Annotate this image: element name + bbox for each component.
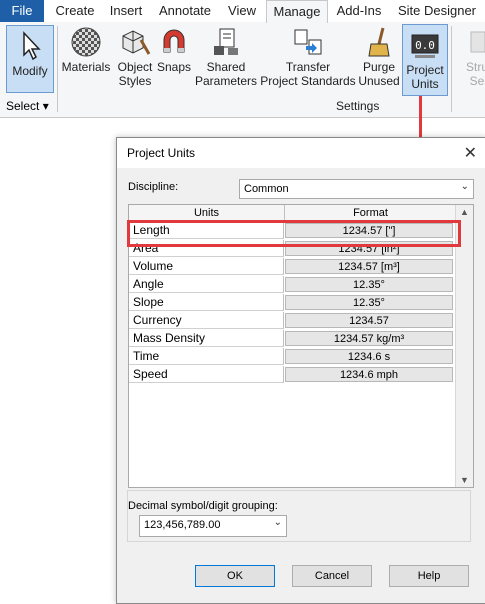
scroll-up-icon[interactable]: ▲	[460, 207, 469, 217]
project-units-dialog: Project Units ✕ Discipline: Common ⌄ Uni…	[116, 137, 485, 604]
project-units-icon: 0.0	[409, 29, 441, 61]
cancel-button[interactable]: Cancel	[292, 565, 372, 587]
structural-settings-icon	[467, 26, 485, 58]
chevron-down-icon: ⌄	[273, 517, 282, 528]
materials-label: Materials	[61, 60, 111, 74]
broom-icon	[363, 26, 395, 58]
format-button-angle[interactable]: 12.35°	[285, 277, 453, 292]
tab-add-ins[interactable]: Add-Ins	[330, 0, 388, 22]
tab-annotate[interactable]: Annotate	[152, 0, 218, 22]
discipline-dropdown[interactable]: Common ⌄	[239, 179, 474, 199]
magnet-icon	[158, 26, 190, 58]
shared-parameters-button[interactable]: Shared Parameters	[194, 22, 258, 88]
purge-unused-button[interactable]: Purge Unused	[358, 22, 400, 88]
format-button-volume[interactable]: 1234.57 [m³]	[285, 259, 453, 274]
help-button[interactable]: Help	[389, 565, 469, 587]
panel-separator	[57, 26, 58, 112]
table-scrollbar[interactable]: ▲ ▼	[455, 205, 473, 487]
cursor-arrow-icon	[14, 30, 46, 62]
decimal-symbol-dropdown[interactable]: 123,456,789.00 ⌄	[139, 515, 287, 537]
table-row-label-currency[interactable]: Currency	[129, 312, 284, 329]
purge-label-line2: Unused	[358, 74, 400, 88]
snaps-label: Snaps	[156, 60, 192, 74]
format-button-slope[interactable]: 12.35°	[285, 295, 453, 310]
object-styles-label-line2: Styles	[118, 74, 152, 88]
object-styles-icon	[119, 26, 151, 58]
project-units-label-line2: Units	[411, 77, 439, 91]
structural-label-line2: Se	[469, 74, 485, 88]
object-styles-label-line1: Object	[117, 60, 153, 74]
modify-button[interactable]: Modify	[6, 25, 54, 93]
format-button-length[interactable]: 1234.57 ["]	[285, 223, 453, 238]
table-row-label-slope[interactable]: Slope	[129, 294, 284, 311]
transfer-label-line1: Transfer	[285, 60, 331, 74]
scroll-down-icon[interactable]: ▼	[460, 475, 469, 485]
shared-parameters-icon	[210, 26, 242, 58]
units-table: Units Format Length 1234.57 ["] Area 123…	[128, 204, 474, 488]
structural-label-line1: Stru	[465, 60, 485, 74]
chevron-down-icon: ⌄	[460, 181, 469, 192]
transfer-standards-icon	[292, 26, 324, 58]
decimal-symbol-value: 123,456,789.00	[144, 519, 221, 531]
ok-button[interactable]: OK	[195, 565, 275, 587]
tab-site-designer[interactable]: Site Designer	[392, 0, 482, 22]
table-row-label-volume[interactable]: Volume	[129, 258, 284, 275]
transfer-label-line2: Project Standards	[260, 74, 356, 88]
purge-label-line1: Purge	[362, 60, 396, 74]
structural-settings-button[interactable]: Stru Se	[462, 22, 485, 88]
dialog-title: Project Units	[127, 146, 196, 160]
close-icon[interactable]: ✕	[464, 143, 477, 163]
panel-separator	[451, 26, 452, 112]
column-header-units[interactable]: Units	[129, 205, 285, 222]
discipline-label: Discipline:	[128, 181, 179, 193]
object-styles-button[interactable]: Object Styles	[114, 22, 156, 88]
settings-panel-label: Settings	[336, 99, 380, 113]
table-row-label-angle[interactable]: Angle	[129, 276, 284, 293]
shared-parameters-label-line1: Shared	[206, 60, 246, 74]
table-row-label-time[interactable]: Time	[129, 348, 284, 365]
table-row-label-mass-density[interactable]: Mass Density	[129, 330, 284, 347]
tab-view[interactable]: View	[222, 0, 262, 22]
dialog-title-bar: Project Units ✕	[117, 138, 485, 168]
shared-parameters-label-line2: Parameters	[194, 74, 258, 88]
table-row-label-speed[interactable]: Speed	[129, 366, 284, 383]
transfer-project-standards-button[interactable]: Transfer Project Standards	[260, 22, 356, 88]
materials-button[interactable]: Materials	[60, 22, 112, 74]
materials-sphere-icon	[70, 26, 102, 58]
ribbon-panel: Modify Select ▾ Materials Object Styles …	[0, 22, 485, 118]
decimal-symbol-label: Decimal symbol/digit grouping:	[128, 500, 278, 512]
tab-manage[interactable]: Manage	[266, 0, 328, 23]
project-units-label-line1: Project	[406, 63, 444, 77]
column-header-format[interactable]: Format	[285, 205, 456, 222]
tab-file[interactable]: File	[0, 0, 44, 22]
format-button-speed[interactable]: 1234.6 mph	[285, 367, 453, 382]
ribbon-tab-bar: File Create Insert Annotate View Manage …	[0, 0, 485, 23]
dropdown-arrow-icon: ▾	[42, 99, 49, 113]
format-button-mass-density[interactable]: 1234.57 kg/m³	[285, 331, 453, 346]
table-row-label-length[interactable]: Length	[129, 222, 284, 239]
format-button-area[interactable]: 1234.57 [in²]	[285, 241, 453, 256]
snaps-button[interactable]: Snaps	[156, 22, 192, 74]
discipline-value: Common	[244, 183, 289, 195]
project-units-button[interactable]: 0.0 Project Units	[402, 24, 448, 96]
format-button-time[interactable]: 1234.6 s	[285, 349, 453, 364]
tab-create[interactable]: Create	[50, 0, 100, 22]
format-button-currency[interactable]: 1234.57	[285, 313, 453, 328]
table-row-label-area[interactable]: Area	[129, 240, 284, 257]
select-panel-dropdown[interactable]: Select ▾	[6, 99, 49, 113]
select-label: Select	[6, 99, 40, 113]
tab-insert[interactable]: Insert	[104, 0, 148, 22]
modify-label: Modify	[12, 64, 48, 78]
svg-text:0.0: 0.0	[415, 39, 435, 52]
